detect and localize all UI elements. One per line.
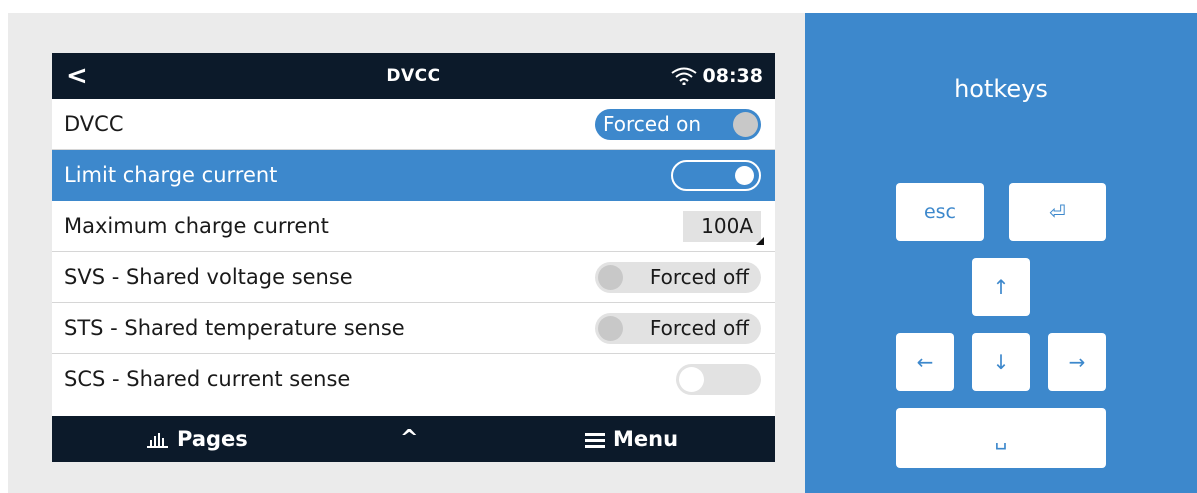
hotkeys-title: hotkeys (954, 75, 1048, 103)
edit-corner-icon (756, 237, 764, 245)
space-key[interactable]: ␣ (896, 408, 1106, 468)
sts-forced-off-toggle[interactable]: Forced off (595, 313, 761, 344)
pages-label: Pages (177, 427, 248, 451)
row-label: STS - Shared temperature sense (64, 316, 405, 340)
menu-label: Menu (613, 427, 679, 451)
scs-switch[interactable] (676, 364, 761, 395)
toggle-text: Forced off (649, 265, 749, 289)
wifi-icon (670, 67, 697, 86)
toggle-text: Forced off (649, 316, 749, 340)
bottom-bar: Pages ^ Menu (52, 416, 775, 462)
toggle-knob (598, 265, 623, 290)
enter-key[interactable]: ⏎ (1009, 183, 1106, 241)
row-sts[interactable]: STS - Shared temperature sense Forced of… (52, 303, 775, 354)
device-panel: < DVCC 08:38 DVCC Forced on Limit charge… (52, 53, 775, 462)
svs-forced-off-toggle[interactable]: Forced off (595, 262, 761, 293)
down-arrow-key[interactable]: ↓ (972, 333, 1030, 391)
row-maximum-charge-current[interactable]: Maximum charge current 100A (52, 201, 775, 252)
esc-key[interactable]: esc (896, 183, 984, 241)
value-text: 100A (701, 214, 753, 238)
toggle-knob (598, 316, 623, 341)
row-label: DVCC (64, 112, 124, 136)
switch-knob (679, 367, 704, 392)
menu-button[interactable]: Menu (585, 416, 678, 462)
top-bar: < DVCC 08:38 (52, 53, 775, 99)
row-scs[interactable]: SCS - Shared current sense (52, 354, 775, 405)
up-arrow-key[interactable]: ↑ (972, 258, 1030, 316)
dvcc-forced-on-toggle[interactable]: Forced on (595, 109, 761, 140)
clock: 08:38 (702, 65, 763, 87)
toggle-knob (733, 112, 758, 137)
status-area: 08:38 (670, 53, 763, 99)
hamburger-icon (585, 433, 605, 448)
page-title: DVCC (386, 66, 441, 86)
toggle-text: Forced on (603, 112, 702, 136)
switch-knob (735, 166, 754, 185)
up-chevron-button[interactable]: ^ (400, 416, 418, 462)
row-label: SCS - Shared current sense (64, 367, 351, 391)
right-arrow-key[interactable]: → (1048, 333, 1106, 391)
limit-charge-current-switch[interactable] (671, 160, 761, 191)
row-label: Limit charge current (64, 163, 278, 187)
row-svs[interactable]: SVS - Shared voltage sense Forced off (52, 252, 775, 303)
row-label: SVS - Shared voltage sense (64, 265, 353, 289)
bar-chart-icon (147, 433, 168, 448)
max-charge-current-value[interactable]: 100A (683, 211, 764, 245)
row-limit-charge-current[interactable]: Limit charge current (52, 150, 775, 201)
row-dvcc[interactable]: DVCC Forced on (52, 99, 775, 150)
left-arrow-key[interactable]: ← (896, 333, 954, 391)
row-label: Maximum charge current (64, 214, 329, 238)
hotkeys-panel: hotkeys esc ⏎ ↑ ← ↓ → ␣ (805, 13, 1197, 493)
pages-button[interactable]: Pages (147, 416, 248, 462)
